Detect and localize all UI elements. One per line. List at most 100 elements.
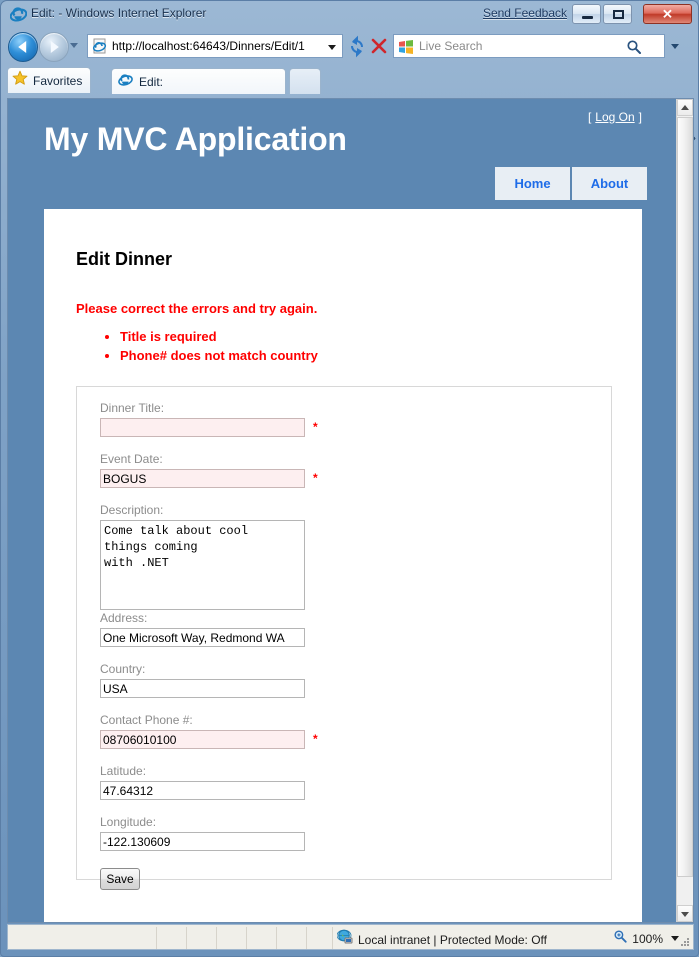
- new-tab-button[interactable]: [289, 68, 321, 94]
- scrollbar-thumb[interactable]: [677, 117, 693, 877]
- scroll-up-button[interactable]: [677, 99, 693, 116]
- field-event-date: Event Date: *: [100, 452, 318, 488]
- status-divider: [216, 927, 217, 949]
- zoom-magnifier-icon: [613, 929, 628, 949]
- page-viewport: [Log On] My MVC Application Home About E…: [7, 98, 694, 923]
- logon-link[interactable]: Log On: [595, 110, 634, 124]
- nav-about-label: About: [590, 176, 629, 191]
- nav-home-label: Home: [514, 176, 551, 191]
- field-longitude: Longitude:: [100, 815, 305, 851]
- label-dinner-title: Dinner Title:: [100, 401, 165, 415]
- field-contact-phone: Contact Phone #: *: [100, 713, 318, 749]
- status-divider: [276, 927, 277, 949]
- field-latitude: Latitude:: [100, 764, 305, 800]
- page-title: Edit Dinner: [76, 249, 173, 269]
- validation-error-list: Title is required Phone# does not match …: [98, 327, 318, 365]
- label-longitude: Longitude:: [100, 815, 157, 829]
- favorites-label: Favorites: [33, 73, 83, 88]
- send-feedback-link[interactable]: Send Feedback: [483, 6, 567, 20]
- ie-favicon-icon: [92, 38, 108, 54]
- tab-ie-icon: [118, 72, 133, 92]
- title-bar: Edit: - Windows Internet Explorer Send F…: [1, 1, 699, 29]
- address-url-text: http://localhost:64643/Dinners/Edit/1: [112, 39, 305, 53]
- label-country: Country:: [100, 662, 146, 676]
- input-description[interactable]: Come talk about cool things coming with …: [100, 520, 305, 610]
- site-header: [Log On] My MVC Application Home About: [8, 99, 678, 209]
- required-marker-contact-phone: *: [313, 732, 318, 746]
- status-divider: [246, 927, 247, 949]
- label-address: Address:: [100, 611, 148, 625]
- input-event-date[interactable]: [100, 469, 305, 488]
- security-zone[interactable]: Local intranet | Protected Mode: Off: [336, 929, 547, 950]
- address-bar[interactable]: http://localhost:64643/Dinners/Edit/1: [87, 34, 343, 58]
- site-title: My MVC Application: [44, 121, 347, 157]
- status-text: Local intranet | Protected Mode: Off: [358, 932, 547, 947]
- tab-label: Edit:: [139, 74, 164, 89]
- resize-grip[interactable]: [678, 935, 690, 947]
- label-latitude: Latitude:: [100, 764, 147, 778]
- validation-summary: Please correct the errors and try again.: [76, 301, 318, 316]
- status-divider: [332, 927, 333, 949]
- logon-bracket-open: [: [587, 110, 592, 124]
- input-contact-phone[interactable]: [100, 730, 305, 749]
- main-content-card: Edit Dinner Please correct the errors an…: [44, 209, 642, 922]
- site-nav-menu: Home About: [495, 167, 647, 200]
- input-country[interactable]: [100, 679, 305, 698]
- magnifier-icon[interactable]: [626, 39, 642, 55]
- status-bar: Local intranet | Protected Mode: Off 100…: [7, 924, 694, 950]
- search-placeholder: Live Search: [419, 39, 483, 53]
- logon-bracket-close: ]: [638, 110, 642, 124]
- field-description: Description: Come talk about cool things…: [100, 503, 305, 615]
- web-page: [Log On] My MVC Application Home About E…: [8, 99, 678, 922]
- field-dinner-title: Dinner Title: *: [100, 401, 318, 437]
- navigation-bar: http://localhost:64643/Dinners/Edit/1 Li…: [1, 29, 699, 63]
- close-icon: ✕: [662, 6, 673, 22]
- field-address: Address:: [100, 611, 305, 647]
- maximize-button[interactable]: [603, 4, 632, 24]
- label-description: Description:: [100, 503, 164, 517]
- star-icon: [12, 70, 28, 91]
- status-divider: [306, 927, 307, 949]
- zoom-level: 100%: [632, 932, 663, 946]
- input-longitude[interactable]: [100, 832, 305, 851]
- status-divider: [186, 927, 187, 949]
- form-actions: Save: [100, 868, 140, 890]
- tab-bar: Favorites Edit:: [1, 63, 699, 149]
- ie-logo-icon: [9, 6, 28, 23]
- address-chevron-down-icon[interactable]: [328, 45, 336, 50]
- input-latitude[interactable]: [100, 781, 305, 800]
- favorites-button[interactable]: Favorites: [7, 67, 92, 93]
- required-marker-event-date: *: [313, 471, 318, 485]
- scroll-down-button[interactable]: [677, 905, 693, 922]
- close-button[interactable]: ✕: [643, 4, 692, 24]
- tab-edit[interactable]: Edit:: [111, 68, 286, 94]
- refresh-button[interactable]: [345, 34, 369, 58]
- nav-item-about[interactable]: About: [572, 167, 647, 200]
- page-scrollbar[interactable]: [676, 99, 693, 922]
- validation-error-item: Title is required: [120, 327, 318, 346]
- nav-item-home[interactable]: Home: [495, 167, 570, 200]
- back-button[interactable]: [8, 32, 38, 62]
- label-event-date: Event Date:: [100, 452, 163, 466]
- validation-error-item: Phone# does not match country: [120, 346, 318, 365]
- windows-search-icon: [398, 39, 414, 55]
- save-button[interactable]: Save: [100, 868, 140, 890]
- field-country: Country:: [100, 662, 305, 698]
- status-divider: [156, 927, 157, 949]
- label-contact-phone: Contact Phone #:: [100, 713, 193, 727]
- browser-window: Edit: - Windows Internet Explorer Send F…: [0, 0, 699, 957]
- input-address[interactable]: [100, 628, 305, 647]
- required-marker-dinner-title: *: [313, 420, 318, 434]
- globe-icon: [336, 929, 353, 950]
- search-input[interactable]: Live Search: [393, 34, 665, 58]
- window-title: Edit: - Windows Internet Explorer: [31, 6, 207, 20]
- minimize-button[interactable]: [572, 4, 601, 24]
- stop-button[interactable]: [367, 34, 391, 58]
- input-dinner-title[interactable]: [100, 418, 305, 437]
- logon-block: [Log On]: [588, 110, 642, 124]
- zoom-control[interactable]: 100%: [613, 929, 663, 949]
- search-chevron-down-icon[interactable]: [671, 44, 679, 49]
- forward-button[interactable]: [39, 32, 69, 62]
- dinner-form-fieldset: Dinner Title: * Event Date: * Descriptio…: [76, 386, 612, 890]
- recent-pages-chevron-down-icon[interactable]: [70, 43, 78, 48]
